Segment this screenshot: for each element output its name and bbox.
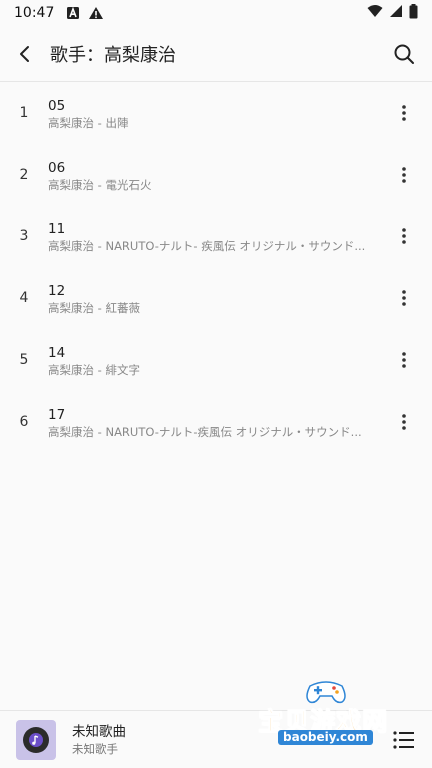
track-name: 17: [48, 406, 66, 423]
now-playing-artist: 未知歌手: [72, 741, 118, 756]
track-index: 3: [19, 228, 29, 245]
more-vert-icon: [402, 352, 406, 368]
track-subtitle: 高梨康治 - 電光石火: [48, 177, 152, 192]
track-row[interactable]: 2 06 高梨康治 - 電光石火: [0, 144, 432, 206]
more-vert-icon: [402, 290, 406, 307]
track-more-button[interactable]: [376, 400, 432, 444]
search-icon: [394, 44, 414, 64]
track-row[interactable]: 1 05 高梨康治 - 出陣: [0, 82, 432, 144]
signal-icon: [389, 4, 403, 22]
music-disc-icon: [23, 726, 49, 753]
status-time: 10:47: [14, 5, 55, 21]
track-index: 2: [19, 166, 29, 183]
more-vert-icon: [402, 166, 406, 183]
watermark-url: baobeiy.com: [278, 730, 373, 745]
track-index: 4: [19, 290, 29, 307]
arrow-left-icon: [20, 45, 29, 62]
track-index: 6: [19, 413, 29, 430]
track-more-button[interactable]: [376, 91, 432, 135]
track-more-button[interactable]: [376, 153, 432, 197]
status-bar: 10:47: [0, 0, 432, 26]
track-subtitle: 高梨康治 - NARUTO-ナルト- 疾風伝 オリジナル・サウンド...: [48, 239, 366, 254]
now-playing-title: 未知歌曲: [72, 723, 126, 740]
wifi-icon: [367, 4, 383, 22]
track-name: 12: [48, 283, 66, 300]
track-subtitle: 高梨康治 - 出陣: [48, 115, 129, 130]
track-subtitle: 高梨康治 - NARUTO-ナルト-疾風伝 オリジナル・サウンド...: [48, 424, 362, 439]
app-bar: 歌手：高梨康治: [0, 26, 432, 82]
back-button[interactable]: [0, 26, 50, 82]
battery-icon: [409, 3, 418, 23]
track-subtitle: 高梨康治 - 紅蕃薇: [48, 301, 140, 316]
search-button[interactable]: [376, 26, 432, 82]
track-name: 11: [48, 221, 66, 238]
more-vert-icon: [402, 105, 406, 121]
album-cover[interactable]: [16, 719, 56, 760]
watermark: 宝贝游戏网 baobeiy.com: [256, 678, 406, 748]
track-more-button[interactable]: [376, 276, 432, 320]
notification-a-icon: [66, 6, 80, 20]
track-row[interactable]: 5 14 高梨康治 - 緋文字: [0, 329, 432, 391]
track-subtitle: 高梨康治 - 緋文字: [48, 363, 140, 378]
gamepad-icon: [306, 681, 346, 704]
track-row[interactable]: 4 12 高梨康治 - 紅蕃薇: [0, 267, 432, 329]
track-name: 14: [48, 345, 66, 362]
track-row[interactable]: 6 17 高梨康治 - NARUTO-ナルト-疾風伝 オリジナル・サウンド...: [0, 391, 432, 453]
track-index: 5: [19, 352, 29, 369]
page-title: 歌手：高梨康治: [50, 44, 176, 66]
track-list: 1 05 高梨康治 - 出陣 2 06 高梨康治 - 電光石火 3 11 高梨康…: [0, 82, 432, 453]
track-index: 1: [19, 104, 29, 121]
warning-icon: [88, 6, 104, 20]
track-row[interactable]: 3 11 高梨康治 - NARUTO-ナルト- 疾風伝 オリジナル・サウンド..…: [0, 206, 432, 268]
track-name: 06: [48, 159, 66, 176]
more-vert-icon: [402, 414, 406, 430]
track-more-button[interactable]: [376, 214, 432, 258]
more-vert-icon: [402, 228, 406, 245]
track-name: 05: [48, 97, 66, 114]
track-more-button[interactable]: [376, 338, 432, 382]
